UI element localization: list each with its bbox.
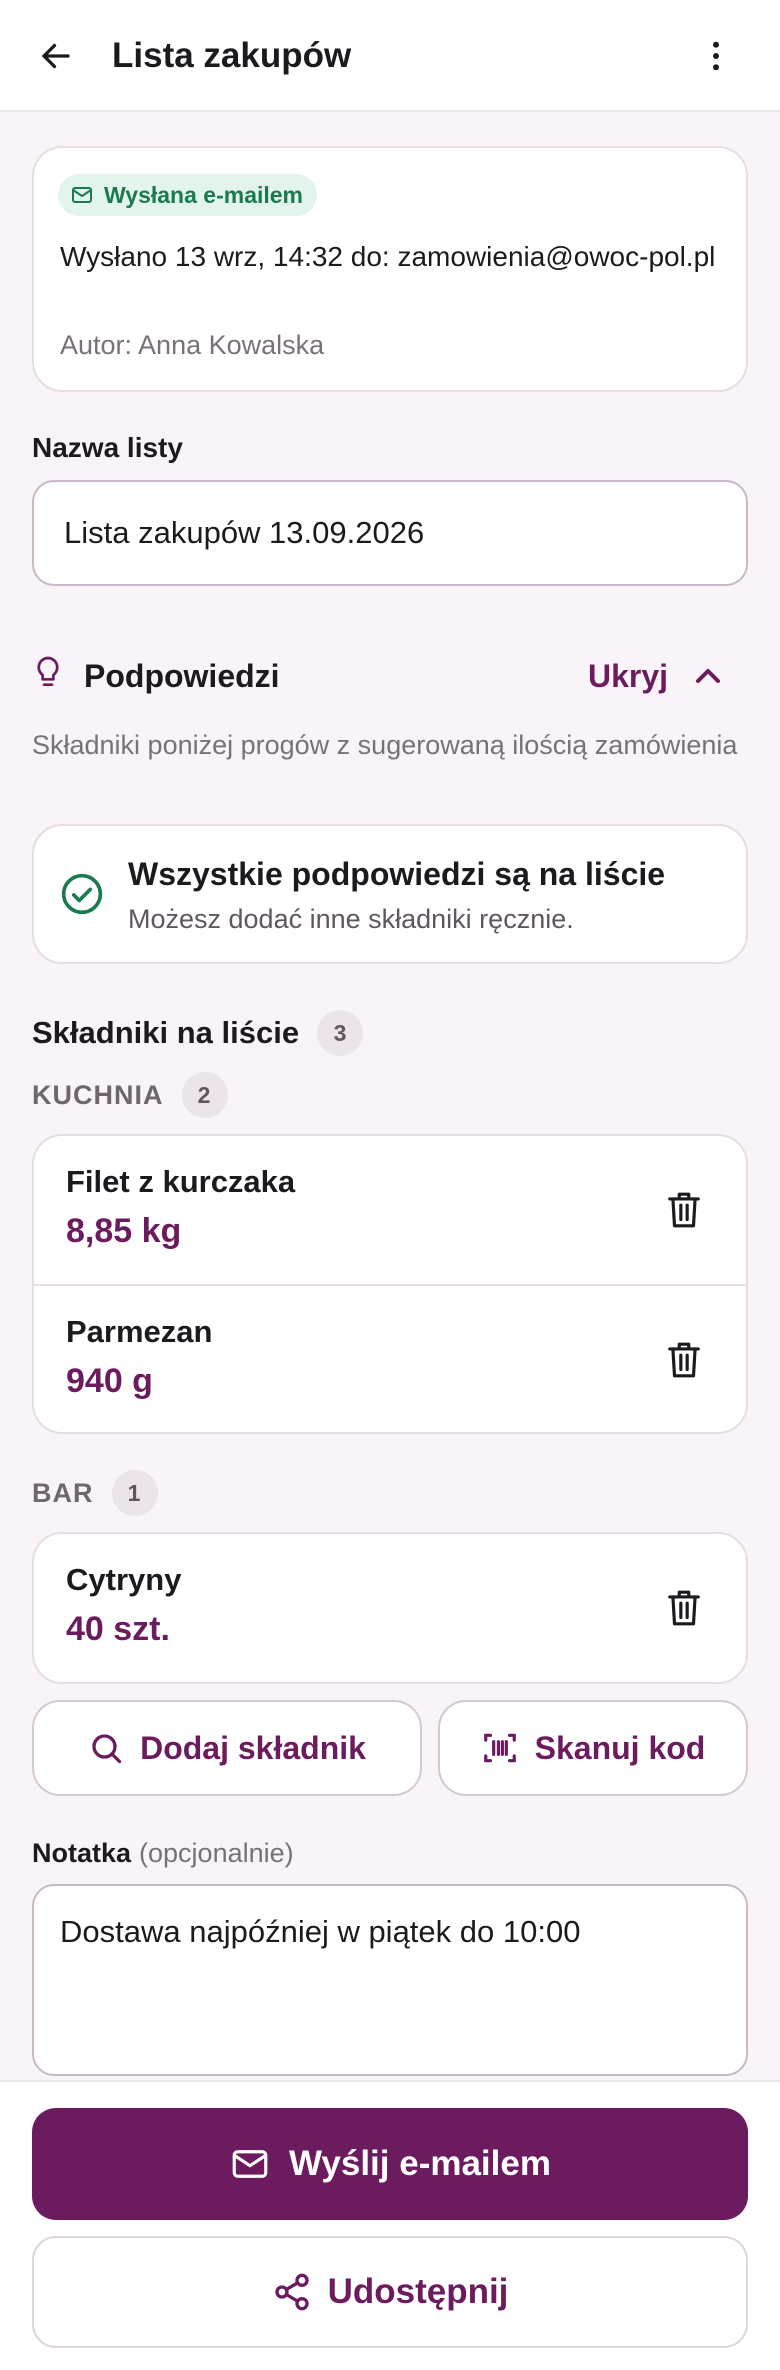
ingredients-section-title: Składniki na liście 3 bbox=[32, 1010, 364, 1056]
group-name: BAR bbox=[32, 1477, 94, 1508]
group-items-bar: Cytryny 40 szt. bbox=[32, 1532, 748, 1684]
lightbulb-icon bbox=[37, 656, 59, 686]
scan-code-label: Skanuj kod bbox=[534, 1729, 706, 1766]
item-quantity: 40 szt. bbox=[66, 1610, 170, 1648]
sent-status-card: Wysłana e-mailem Wysłano 13 wrz, 14:32 d… bbox=[32, 146, 748, 392]
hints-toggle-button[interactable]: Ukryj bbox=[588, 658, 668, 695]
group-title-bar: BAR 1 bbox=[32, 1470, 158, 1516]
all-hints-card: Wszystkie podpowiedzi są na liście Możes… bbox=[32, 824, 748, 964]
add-ingredient-button[interactable]: Dodaj składnik bbox=[32, 1700, 422, 1796]
list-item: Filet z kurczaka 8,85 kg bbox=[34, 1136, 746, 1284]
item-quantity: 940 g bbox=[66, 1362, 153, 1400]
ingredients-count-badge: 3 bbox=[317, 1010, 364, 1056]
list-item: Cytryny 40 szt. bbox=[34, 1534, 746, 1682]
group-name: KUCHNIA bbox=[32, 1079, 164, 1110]
sent-details: Wysłano 13 wrz, 14:32 do: zamowienia@owo… bbox=[60, 241, 716, 272]
delete-item-button[interactable] bbox=[662, 1586, 706, 1630]
ingredients-title: Składniki na liście bbox=[32, 1015, 300, 1050]
all-hints-title: Wszystkie podpowiedzi są na liście bbox=[128, 856, 666, 892]
trash-icon bbox=[668, 1590, 700, 1626]
item-name: Filet z kurczaka bbox=[66, 1164, 296, 1199]
note-label: Notatka (opcjonalnie) bbox=[32, 1838, 294, 1869]
page-title: Lista zakupów bbox=[112, 36, 352, 75]
scan-code-button[interactable]: Skanuj kod bbox=[438, 1700, 748, 1796]
note-label-text: Notatka bbox=[32, 1838, 132, 1868]
back-button[interactable] bbox=[34, 34, 78, 78]
bottom-action-bar: Wyślij e-mailem Udostępnij bbox=[0, 2080, 780, 2370]
delete-item-button[interactable] bbox=[662, 1338, 706, 1382]
arrow-left-icon bbox=[42, 43, 70, 69]
note-optional-hint: (opcjonalnie) bbox=[139, 1838, 294, 1868]
hints-description: Składniki poniżej progów z sugerowaną il… bbox=[32, 730, 738, 760]
delete-item-button[interactable] bbox=[662, 1188, 706, 1232]
author-line: Autor: Anna Kowalska bbox=[60, 330, 325, 360]
add-ingredient-label: Dodaj składnik bbox=[140, 1729, 366, 1766]
list-item: Parmezan 940 g bbox=[34, 1284, 746, 1432]
group-count-badge: 2 bbox=[181, 1072, 228, 1118]
item-name: Cytryny bbox=[66, 1562, 182, 1597]
send-email-button[interactable]: Wyślij e-mailem bbox=[32, 2108, 748, 2220]
chevron-up-icon[interactable] bbox=[688, 656, 728, 696]
hints-header: Podpowiedzi Ukryj bbox=[32, 646, 748, 706]
hints-title: Podpowiedzi bbox=[84, 658, 280, 694]
group-count-badge: 1 bbox=[111, 1470, 158, 1516]
list-name-label: Nazwa listy bbox=[32, 432, 183, 463]
search-icon bbox=[92, 1734, 122, 1764]
mail-icon bbox=[232, 2150, 268, 2178]
app-bar: Lista zakupów bbox=[0, 0, 780, 112]
status-badge: Wysłana e-mailem bbox=[58, 174, 318, 216]
trash-icon bbox=[668, 1342, 700, 1378]
note-textarea[interactable]: Dostawa najpóźniej w piątek do 10:00 bbox=[32, 1884, 748, 2076]
barcode-scan-icon bbox=[483, 1733, 516, 1763]
trash-icon bbox=[668, 1192, 700, 1228]
list-name-input[interactable]: Lista zakupów 13.09.2026 bbox=[32, 480, 748, 586]
all-hints-subtitle: Możesz dodać inne składniki ręcznie. bbox=[128, 904, 574, 934]
mail-icon bbox=[72, 187, 92, 203]
item-name: Parmezan bbox=[66, 1314, 213, 1349]
more-options-button[interactable] bbox=[694, 34, 738, 78]
status-badge-label: Wysłana e-mailem bbox=[104, 181, 304, 208]
send-email-label: Wyślij e-mailem bbox=[289, 2144, 551, 2183]
share-icon bbox=[274, 2273, 309, 2311]
check-circle-icon bbox=[61, 873, 103, 915]
group-items-kuchnia: Filet z kurczaka 8,85 kg Parmezan 940 g bbox=[32, 1134, 748, 1434]
item-quantity: 8,85 kg bbox=[66, 1212, 182, 1250]
share-label: Udostępnij bbox=[327, 2272, 509, 2311]
share-button[interactable]: Udostępnij bbox=[32, 2236, 748, 2348]
group-title-kuchnia: KUCHNIA 2 bbox=[32, 1072, 228, 1118]
more-vertical-icon bbox=[713, 41, 719, 71]
